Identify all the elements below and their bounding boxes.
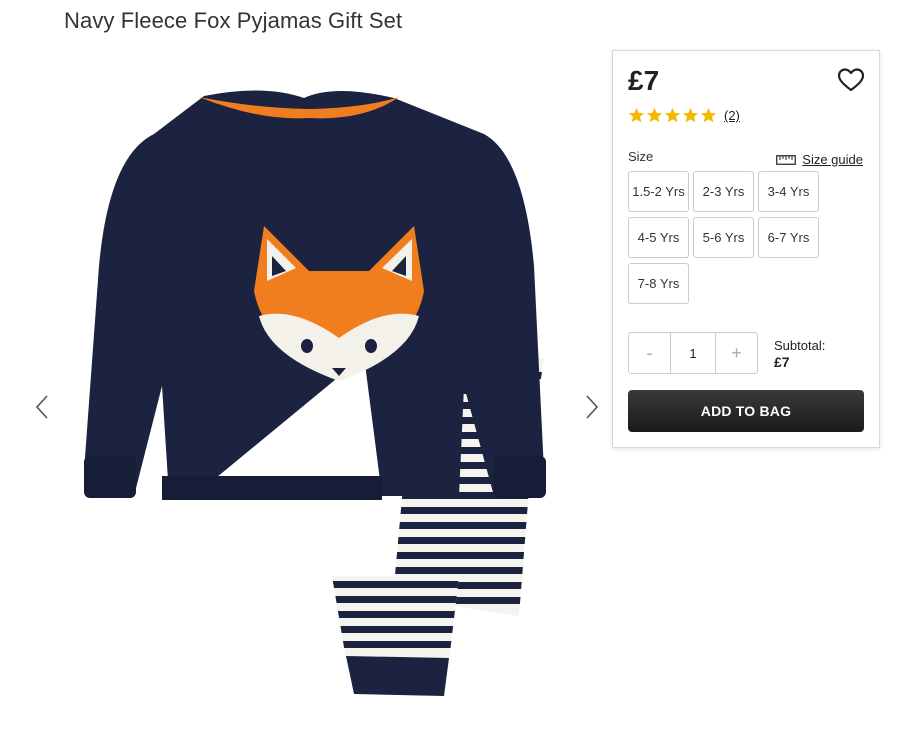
size-option[interactable]: 5-6 Yrs <box>693 217 754 258</box>
quantity-input[interactable]: 1 <box>670 333 716 373</box>
product-image <box>84 90 546 696</box>
next-image-button[interactable] <box>580 392 604 422</box>
increase-quantity-button[interactable]: + <box>716 333 757 373</box>
ruler-icon <box>776 154 797 165</box>
star-icon <box>664 107 681 123</box>
decrease-quantity-button[interactable]: - <box>629 333 670 373</box>
star-icon <box>700 107 717 123</box>
size-option[interactable]: 7-8 Yrs <box>628 263 689 304</box>
star-icon <box>682 107 699 123</box>
subtotal: Subtotal: £7 <box>774 337 825 371</box>
rating: (2) <box>628 107 740 124</box>
star-icon <box>628 107 645 123</box>
review-count-link[interactable]: (2) <box>724 108 740 123</box>
previous-image-button[interactable] <box>30 392 54 422</box>
size-option[interactable]: 6-7 Yrs <box>758 217 819 258</box>
size-option[interactable]: 3-4 Yrs <box>758 171 819 212</box>
chevron-left-icon <box>35 395 48 419</box>
size-guide-label: Size guide <box>802 152 863 167</box>
size-label: Size <box>628 149 654 164</box>
size-option[interactable]: 1.5-2 Yrs <box>628 171 689 212</box>
size-guide-link[interactable]: Size guide <box>776 152 863 167</box>
price: £7 <box>628 65 660 96</box>
purchase-panel: £7 (2) Size Size guide 1.5-2 Yrs 2-3 Yrs… <box>612 50 880 448</box>
heart-icon[interactable] <box>837 67 865 93</box>
star-icon <box>646 107 663 123</box>
product-title: Navy Fleece Fox Pyjamas Gift Set <box>64 8 403 33</box>
product-gallery <box>24 62 614 722</box>
size-option[interactable]: 2-3 Yrs <box>693 171 754 212</box>
subtotal-label: Subtotal: <box>774 338 826 353</box>
quantity-stepper: - 1 + <box>628 332 758 374</box>
add-to-bag-button[interactable]: ADD TO BAG <box>628 390 864 432</box>
size-options: 1.5-2 Yrs 2-3 Yrs 3-4 Yrs 4-5 Yrs 5-6 Yr… <box>628 171 868 304</box>
chevron-right-icon <box>586 395 599 419</box>
subtotal-value: £7 <box>774 354 790 370</box>
size-option[interactable]: 4-5 Yrs <box>628 217 689 258</box>
